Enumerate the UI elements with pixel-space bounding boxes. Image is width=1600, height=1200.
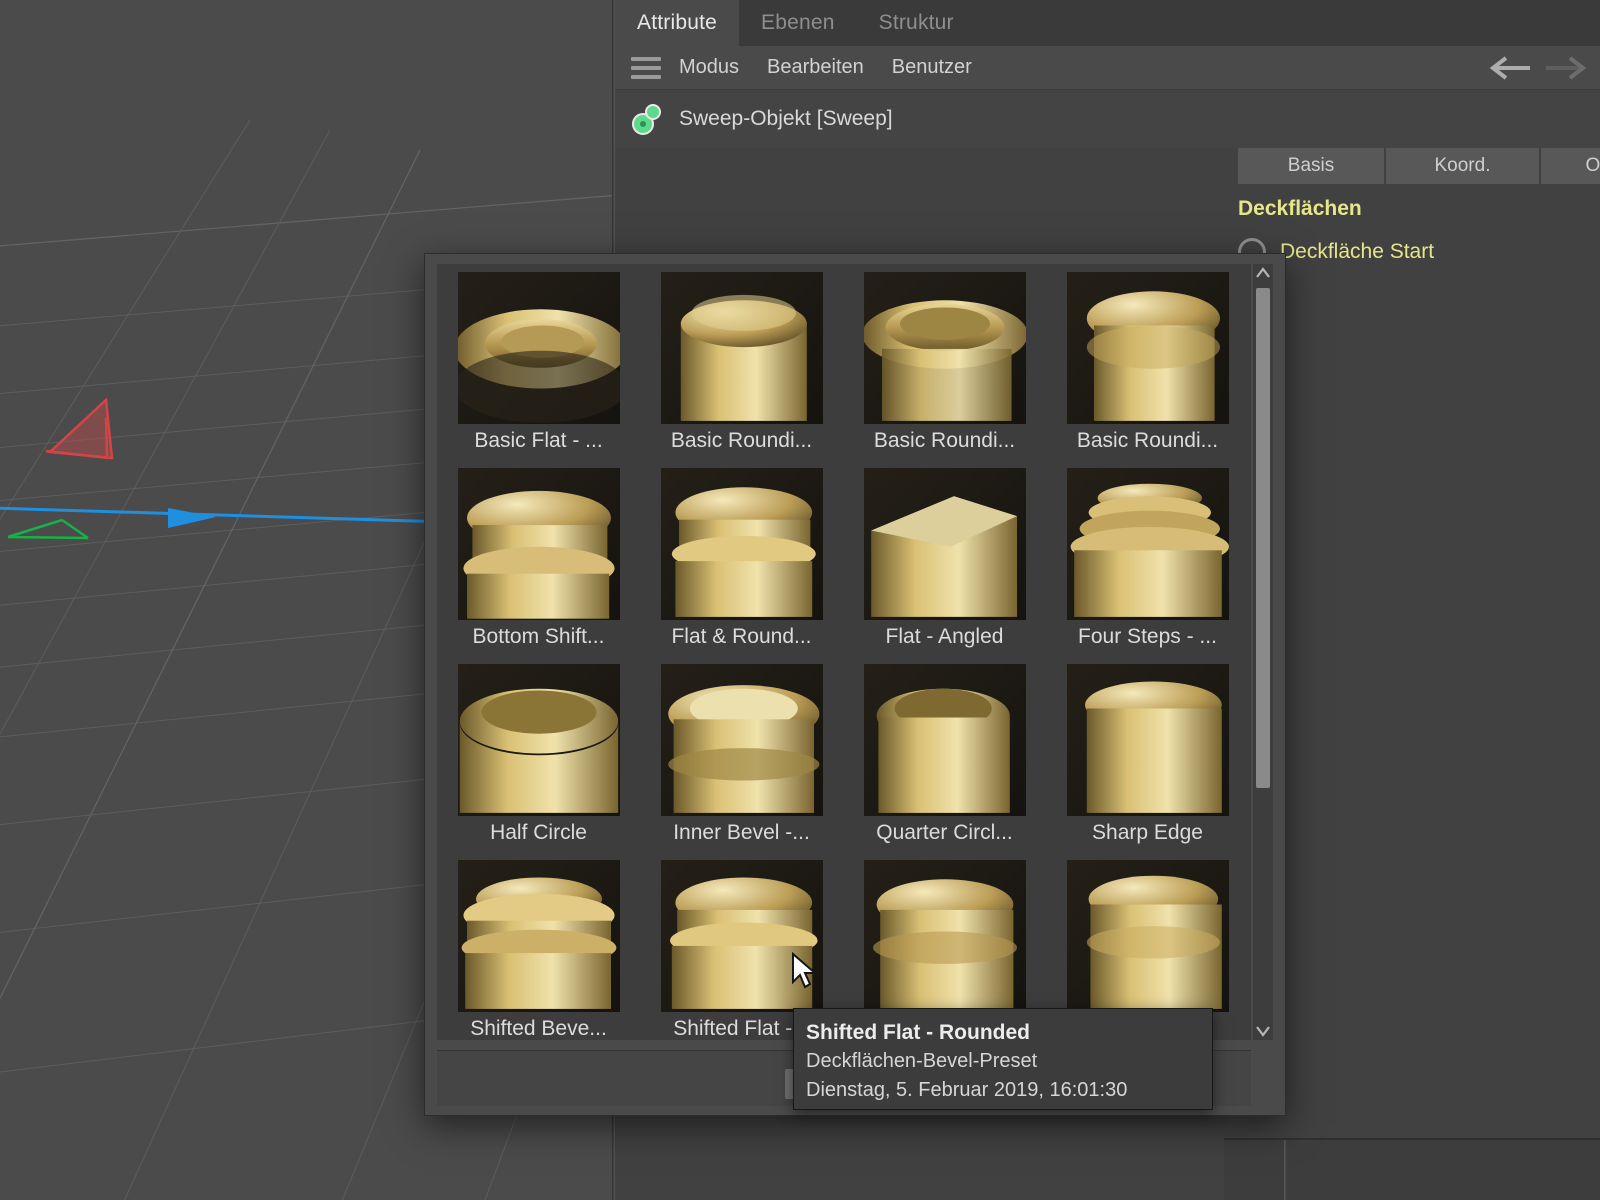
preset-item[interactable]: Basic Roundi... [1046,264,1249,460]
preset-thumbnail[interactable] [660,272,823,424]
preset-browser-popup[interactable]: Basic Flat - ... Basic Roundi... Basic R… [424,253,1286,1116]
preset-item[interactable]: Quarter Circl... [843,656,1046,852]
preset-label: Inner Bevel -... [673,821,810,844]
preset-thumbnail[interactable] [863,272,1026,424]
preset-thumbnail[interactable] [1066,664,1229,816]
object-name: Sweep-Objekt [Sweep] [679,107,893,130]
preset-grid: Basic Flat - ... Basic Roundi... Basic R… [437,264,1251,1040]
preset-label: Half Circle [490,821,587,844]
preset-scrollbar[interactable] [1253,264,1273,1040]
tooltip-title: Shifted Flat - Rounded [806,1021,1030,1044]
mouse-cursor [792,952,818,989]
sweep-object-icon [631,102,665,136]
tab-attribute[interactable]: Attribute [615,0,740,46]
preset-label: Basic Roundi... [670,429,813,452]
preset-label: Sharp Edge [1092,821,1203,844]
preset-thumbnail[interactable] [1066,272,1229,424]
preset-label: Four Steps - ... [1078,625,1217,648]
tab-objekt[interactable]: Objekt [1541,148,1600,184]
preset-item[interactable]: Flat - Angled [843,460,1046,656]
preset-item[interactable]: Shifted Beve... [437,852,640,1048]
tab-koord-label: Koord. [1434,155,1491,176]
preset-item[interactable]: Four Steps - ... [1046,460,1249,656]
chevron-down-icon[interactable] [1253,1022,1273,1040]
preset-label: Basic Roundi... [873,429,1016,452]
tooltip-subtitle: Deckflächen-Bevel-Preset [806,1050,1038,1073]
tooltip-date: Dienstag, 5. Februar 2019, 16:01:30 [806,1079,1128,1102]
tab-basis[interactable]: Basis [1238,148,1386,184]
preset-label: Bottom Shift... [472,625,605,648]
history-nav [1486,46,1590,90]
preset-label: Basic Flat - ... [474,429,603,452]
preset-grid-area: Basic Flat - ... Basic Roundi... Basic R… [437,264,1251,1040]
tab-attribute-label: Attribute [637,11,718,34]
preset-item[interactable]: Basic Flat - ... [437,264,640,460]
preset-thumbnail[interactable] [660,468,823,620]
preset-thumbnail[interactable] [457,664,620,816]
preset-item[interactable]: Half Circle [437,656,640,852]
tab-basis-label: Basis [1287,155,1335,176]
panel-tabbar: Attribute Ebenen Struktur [615,0,1600,46]
property-label: Deckfläche Start [1280,240,1435,263]
menu-bearbeiten[interactable]: Bearbeiten [753,56,878,79]
hamburger-icon[interactable] [615,56,665,79]
bottom-divider [1284,1140,1287,1200]
chevron-up-icon[interactable] [1253,264,1273,282]
tab-objekt-label: Objekt [1585,155,1600,176]
bottom-bar [1224,1138,1600,1200]
preset-item[interactable]: Inner Bevel -... [640,656,843,852]
preset-item[interactable]: Bottom Shift... [437,460,640,656]
attribute-menubar: Modus Bearbeiten Benutzer [615,46,1600,90]
preset-label: Flat - Angled [885,625,1004,648]
preset-item[interactable]: Basic Roundi... [843,264,1046,460]
preset-item[interactable]: Basic Roundi... [640,264,843,460]
preset-thumbnail[interactable] [863,468,1026,620]
property-row-deckflaeche-start[interactable]: Deckfläche Start [1238,238,1600,266]
preset-label: Shifted Flat -... [673,1017,810,1040]
preset-thumbnail[interactable] [863,664,1026,816]
preset-item[interactable]: Flat & Round... [640,460,843,656]
back-arrow-icon[interactable] [1486,53,1534,83]
preset-label: Flat & Round... [671,625,812,648]
preset-label: Shifted Beve... [470,1017,607,1040]
object-tabbar: Basis Koord. Objekt Deckflächen Selektio… [1238,148,1600,184]
tab-koord[interactable]: Koord. [1386,148,1541,184]
section-heading: Deckflächen [1238,197,1362,220]
preset-label: Basic Roundi... [1076,429,1219,452]
tab-struktur-label: Struktur [878,11,954,34]
preset-thumbnail[interactable] [457,468,620,620]
preset-thumbnail[interactable] [660,664,823,816]
preset-tooltip: Shifted Flat - Rounded Deckflächen-Bevel… [793,1008,1213,1110]
preset-item[interactable]: Sharp Edge [1046,656,1249,852]
tab-ebenen[interactable]: Ebenen [739,0,857,46]
tab-ebenen-label: Ebenen [761,11,835,34]
tab-struktur[interactable]: Struktur [857,0,976,46]
object-header: Sweep-Objekt [Sweep] [615,90,1600,148]
preset-thumbnail[interactable] [457,272,620,424]
preset-thumbnail[interactable] [1066,860,1229,1012]
preset-thumbnail[interactable] [863,860,1026,1012]
preset-thumbnail[interactable] [457,860,620,1012]
preset-scroll-thumb[interactable] [1256,288,1270,788]
menu-modus[interactable]: Modus [665,56,753,79]
preset-thumbnail[interactable] [1066,468,1229,620]
forward-arrow-icon[interactable] [1542,53,1590,83]
menu-benutzer[interactable]: Benutzer [878,56,986,79]
preset-label: Quarter Circl... [876,821,1013,844]
